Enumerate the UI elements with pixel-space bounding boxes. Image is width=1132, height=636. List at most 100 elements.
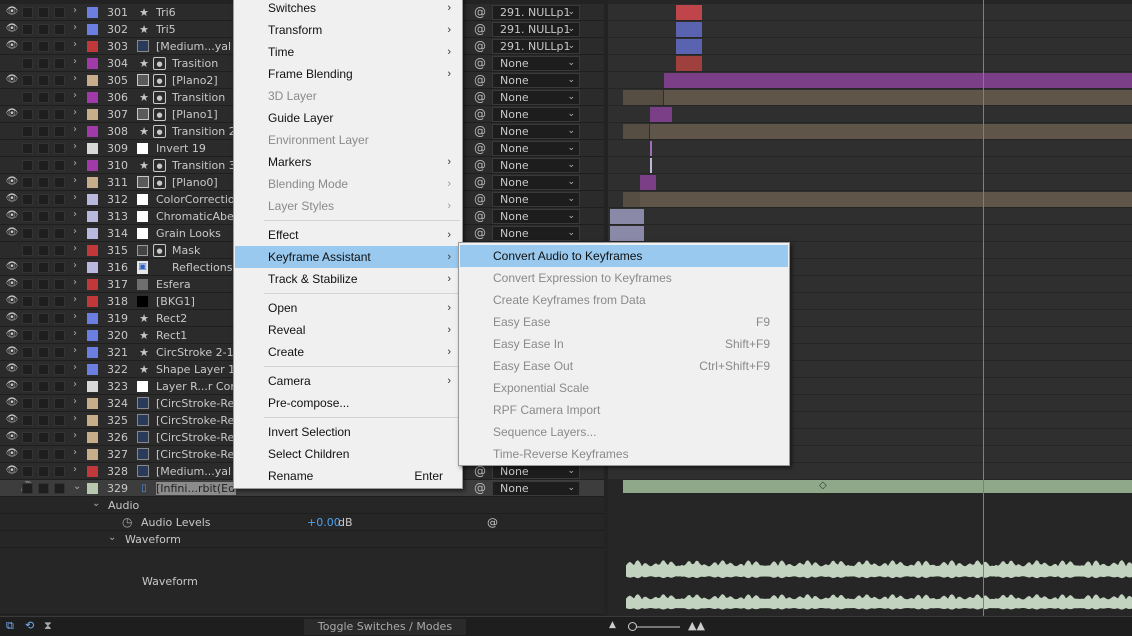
switch-toggle[interactable] [38, 398, 49, 409]
layer-name[interactable]: Mask [172, 244, 236, 257]
eye-icon[interactable] [5, 57, 19, 69]
switch-toggle[interactable] [54, 415, 65, 426]
switch-toggle[interactable] [22, 313, 33, 324]
switch-toggle[interactable] [38, 194, 49, 205]
switch-toggle[interactable] [54, 262, 65, 273]
layer-name[interactable]: Invert 19 [156, 142, 236, 155]
switch-toggle[interactable] [54, 7, 65, 18]
audio-levels-value[interactable]: +0.00 [307, 516, 341, 529]
menu-item-reveal[interactable]: Reveal › [235, 319, 461, 341]
eye-icon[interactable]: 👁 [5, 40, 19, 52]
submenu-item-easy-ease[interactable]: Easy Ease F9 [460, 311, 788, 333]
pick-whip-icon[interactable]: @ [474, 56, 486, 70]
switch-toggle[interactable] [22, 58, 33, 69]
layer-name[interactable]: CircStroke 2-1 [156, 346, 236, 359]
layer-name[interactable]: Layer R...r Controls [156, 380, 236, 393]
switch-toggle[interactable] [54, 228, 65, 239]
layer-name[interactable]: Esfera [156, 278, 236, 291]
property-row[interactable]: Waveform [0, 548, 604, 615]
switch-toggle[interactable] [22, 296, 33, 307]
layer-bar[interactable] [623, 192, 641, 207]
pick-whip-icon[interactable]: @ [474, 22, 486, 36]
switch-toggle[interactable] [54, 92, 65, 103]
twirl-arrow-icon[interactable]: › [73, 396, 77, 407]
label-color-swatch[interactable] [87, 245, 98, 256]
timeline-row[interactable] [608, 21, 1132, 38]
layer-bar[interactable] [610, 209, 644, 224]
switch-toggle[interactable] [54, 381, 65, 392]
eye-icon[interactable] [5, 244, 19, 256]
eye-icon[interactable]: 👁 [5, 6, 19, 18]
switch-toggle[interactable] [54, 330, 65, 341]
menu-item-3d-layer[interactable]: 3D Layer [235, 85, 461, 107]
label-color-swatch[interactable] [87, 109, 98, 120]
eye-icon[interactable]: 👁 [5, 261, 19, 273]
label-color-swatch[interactable] [87, 143, 98, 154]
switch-toggle[interactable] [54, 483, 65, 494]
eye-icon[interactable]: 👁 [5, 278, 19, 290]
eye-icon[interactable]: 👁 [5, 108, 19, 120]
pick-whip-icon[interactable]: @ [474, 481, 486, 495]
menu-item-time[interactable]: Time › [235, 41, 461, 63]
layer-bar[interactable] [623, 124, 649, 139]
eye-icon[interactable]: 👁 [5, 210, 19, 222]
label-color-swatch[interactable] [87, 160, 98, 171]
eye-icon[interactable]: 👁 [5, 448, 19, 460]
switch-toggle[interactable] [54, 58, 65, 69]
switch-toggle[interactable] [38, 75, 49, 86]
switch-toggle[interactable] [38, 279, 49, 290]
label-color-swatch[interactable] [87, 24, 98, 35]
label-color-swatch[interactable] [87, 483, 98, 494]
submenu-item-rpf-camera-import[interactable]: RPF Camera Import [460, 399, 788, 421]
switch-toggle[interactable] [38, 330, 49, 341]
switch-toggle[interactable] [54, 41, 65, 52]
label-color-swatch[interactable] [87, 449, 98, 460]
switch-toggle[interactable] [22, 381, 33, 392]
layer-name[interactable]: ChromaticAberration [156, 210, 236, 223]
switch-toggle[interactable] [38, 483, 49, 494]
layer-name[interactable]: [CircStroke-Repeater] [156, 397, 236, 410]
label-color-swatch[interactable] [87, 381, 98, 392]
parent-dropdown[interactable]: None ⌄ [492, 141, 580, 156]
twirl-arrow-icon[interactable]: › [73, 192, 77, 203]
twirl-arrow-icon[interactable]: › [73, 73, 77, 84]
timeline-row[interactable] [608, 89, 1132, 106]
label-color-swatch[interactable] [87, 75, 98, 86]
switch-toggle[interactable] [38, 143, 49, 154]
timeline-row[interactable] [608, 38, 1132, 55]
switch-toggle[interactable] [38, 313, 49, 324]
pick-whip-icon[interactable]: @ [474, 158, 486, 172]
submenu-item-sequence-layers[interactable]: Sequence Layers... [460, 421, 788, 443]
switch-toggle[interactable] [22, 262, 33, 273]
pick-whip-icon[interactable]: @ [474, 5, 486, 19]
switch-toggle[interactable] [54, 24, 65, 35]
keyframe-marker-icon[interactable]: ◇ [819, 480, 827, 491]
switch-toggle[interactable] [22, 126, 33, 137]
switch-toggle[interactable] [38, 364, 49, 375]
frame-blend-icon[interactable]: ⧗ [44, 619, 52, 633]
parent-dropdown[interactable]: None ⌄ [492, 481, 580, 496]
submenu-item-easy-ease-out[interactable]: Easy Ease Out Ctrl+Shift+F9 [460, 355, 788, 377]
switch-toggle[interactable] [54, 126, 65, 137]
property-row[interactable]: ◷ Audio Levels +0.00 dB @ [0, 514, 604, 531]
twirl-arrow-icon[interactable]: › [73, 260, 77, 271]
comp-mini-icon[interactable]: ⧉ [6, 619, 14, 633]
switch-toggle[interactable] [38, 245, 49, 256]
menu-item-effect[interactable]: Effect › [235, 224, 461, 246]
pick-whip-icon[interactable]: @ [474, 226, 486, 240]
parent-dropdown[interactable]: 291. NULLp1 ⌄ [492, 5, 580, 20]
eye-icon[interactable]: 👁 [5, 23, 19, 35]
twirl-arrow-icon[interactable]: › [73, 39, 77, 50]
switch-toggle[interactable] [38, 7, 49, 18]
pick-whip-icon[interactable]: @ [474, 141, 486, 155]
timeline-row[interactable] [608, 140, 1132, 157]
menu-item-pre-compose[interactable]: Pre-compose... [235, 392, 461, 414]
zoom-in-icon[interactable]: ▲▲ [688, 619, 705, 632]
eye-icon[interactable] [5, 125, 19, 137]
timeline-row[interactable] [608, 208, 1132, 225]
submenu-item-easy-ease-in[interactable]: Easy Ease In Shift+F9 [460, 333, 788, 355]
switch-toggle[interactable] [38, 177, 49, 188]
parent-dropdown[interactable]: None ⌄ [492, 124, 580, 139]
switch-toggle[interactable] [22, 330, 33, 341]
switch-toggle[interactable] [38, 24, 49, 35]
